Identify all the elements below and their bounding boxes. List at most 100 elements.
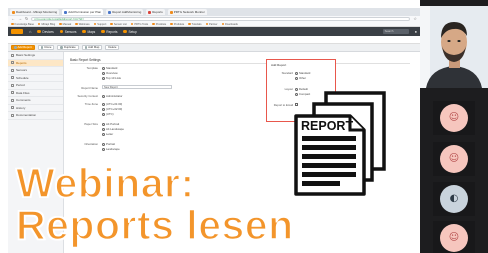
timezone-option[interactable]: (UTC) <box>102 112 114 116</box>
sidebar-item-label: Documentation <box>16 113 37 118</box>
orientation-label: Orientation <box>84 142 98 146</box>
app-header: ⌂ Devices Sensors Maps Reports Setup Sea… <box>8 27 420 36</box>
template-label: Template <box>86 66 98 70</box>
sidebar-item-icon <box>11 68 14 72</box>
clone-button[interactable]: Clone <box>37 45 55 50</box>
bookmark-item[interactable]: Downloads <box>221 22 238 26</box>
bookmark-favicon-icon <box>37 22 41 26</box>
home-icon[interactable]: ⌂ <box>29 27 31 36</box>
paper-option[interactable]: Letter <box>102 132 113 136</box>
search-input[interactable]: Search <box>382 29 409 34</box>
orientation-option[interactable]: Landscape <box>102 147 120 151</box>
add-report-box-title: Add Report <box>271 63 287 67</box>
orientation-option[interactable]: Portrait <box>102 142 115 146</box>
bookmark-item[interactable]: PRTG Tools <box>130 22 148 26</box>
app-logo[interactable] <box>11 29 23 34</box>
radio-selected-icon <box>295 71 298 75</box>
sidebar-item-icon <box>11 91 14 95</box>
radio-icon <box>102 147 105 151</box>
copy-icon <box>60 46 63 49</box>
bookmark-favicon-icon <box>221 22 225 26</box>
avatar: ☺ <box>440 145 468 173</box>
box-row-label: Layout <box>284 87 293 91</box>
header-nav-maps[interactable]: Maps <box>82 30 95 34</box>
sidebar-item[interactable]: Period <box>8 82 63 90</box>
template-option[interactable]: Top 10 Lists <box>102 76 121 80</box>
sidebar-item[interactable]: Sensors <box>8 67 63 75</box>
header-nav-setup[interactable]: Setup <box>123 30 137 34</box>
clone-icon <box>40 46 44 49</box>
browser-tab[interactable]: Report AddMonitoring <box>106 9 144 15</box>
bookmark-item[interactable]: Tutorials <box>188 22 202 26</box>
sidebar-item[interactable]: Data Files <box>8 90 63 97</box>
paper-option[interactable]: A4 Portrait <box>102 122 119 126</box>
sidebar-item-icon <box>11 83 14 87</box>
bookmark-favicon-icon <box>110 22 113 26</box>
sidebar-item[interactable]: Reports <box>8 59 63 67</box>
sidebar-item-icon <box>11 113 14 117</box>
header-nav-sensors[interactable]: Sensors <box>59 30 76 34</box>
add-map-button[interactable]: Add Map <box>81 45 103 50</box>
sidebar-item[interactable]: Documentation <box>8 112 63 120</box>
avatar: ◐ <box>440 185 468 213</box>
bookmark-item[interactable]: Sensor List <box>110 22 127 26</box>
sidebar-item-icon <box>11 106 14 110</box>
user-icon[interactable]: ● <box>415 27 417 36</box>
favicon-icon <box>12 10 15 14</box>
sidebar-item-label: History <box>16 105 26 110</box>
divider <box>70 63 410 64</box>
participant-tile: ◐ <box>433 182 475 216</box>
header-nav-devices[interactable]: Devices <box>37 30 54 34</box>
radio-selected-icon <box>102 94 105 98</box>
bookmark-item[interactable]: Produkte <box>170 22 184 26</box>
participant-tile: ☺ <box>433 101 475 135</box>
delete-button[interactable]: Delete <box>105 45 120 50</box>
overlay-title-line1: Webinar: <box>15 159 195 207</box>
add-report-button[interactable]: Add Report <box>11 45 35 50</box>
bookmark-item[interactable]: Partner <box>205 22 218 26</box>
favicon-icon <box>108 10 112 14</box>
box-option[interactable]: Other <box>295 76 306 80</box>
radio-icon <box>295 76 298 80</box>
box-row-label: Report to Email <box>273 103 293 107</box>
url-input[interactable]: prtg.example.local/addreport.htm?id= <box>31 17 411 21</box>
report-name-field[interactable]: New Report <box>102 85 172 89</box>
box-option[interactable]: Standard <box>295 71 310 75</box>
sidebar-item-label: Data Files <box>16 90 30 95</box>
sidebar-item-icon <box>11 76 14 80</box>
security-option[interactable]: Administrator <box>102 94 122 98</box>
overlay-title-line2: Reports lesen <box>15 201 294 249</box>
sidebar-item[interactable]: Schedule <box>8 75 63 82</box>
timezone-option[interactable]: (UTC+01:00) <box>102 102 122 106</box>
presenter-video <box>420 6 488 88</box>
bookmark-item[interactable]: Manual <box>59 22 71 26</box>
bookmark-item[interactable]: Mitrapi Blog <box>37 22 55 26</box>
box-row-label: Standard <box>281 71 293 75</box>
template-option[interactable]: Standard <box>102 66 117 70</box>
browser-tab[interactable]: Dashboard - Mitrapi Monitoring <box>10 9 60 15</box>
browser-tab[interactable]: PRTG Network Monitor <box>167 9 207 15</box>
browser-tab[interactable]: Add Permission per Plan <box>62 9 104 15</box>
participant-tile: ☺ <box>433 142 475 176</box>
nav-bullet-icon <box>101 29 105 34</box>
sidebar-item[interactable]: History <box>8 105 63 112</box>
template-option[interactable]: Overview <box>102 71 118 75</box>
header-nav-reports[interactable]: Reports <box>101 30 117 34</box>
bookmark-item[interactable]: Preisliste <box>152 22 166 26</box>
sidebar-item[interactable]: Comments <box>8 97 63 105</box>
bookmark-favicon-icon <box>170 22 173 26</box>
bookmark-item[interactable]: Knowledge Base <box>11 22 34 26</box>
paper-option[interactable]: A4 Landscape <box>102 127 124 131</box>
bookmark-favicon-icon <box>130 22 134 26</box>
avatar: ☺ <box>440 224 468 252</box>
sidebar-item-label: Schedule <box>16 75 29 80</box>
duplicate-button[interactable]: Duplicate <box>57 45 79 50</box>
radio-icon <box>102 76 105 80</box>
radio-icon <box>102 127 105 131</box>
bookmark-item[interactable]: Webinare <box>75 22 90 26</box>
bookmark-item[interactable]: Support <box>93 22 106 26</box>
timezone-option[interactable]: (UTC+02:00) <box>102 107 122 111</box>
sidebar-item[interactable]: Basic Settings <box>8 52 63 60</box>
video-call-strip: ☺ ☺ ◐ ☺ <box>420 0 488 253</box>
browser-tab[interactable]: Reports <box>146 9 165 15</box>
